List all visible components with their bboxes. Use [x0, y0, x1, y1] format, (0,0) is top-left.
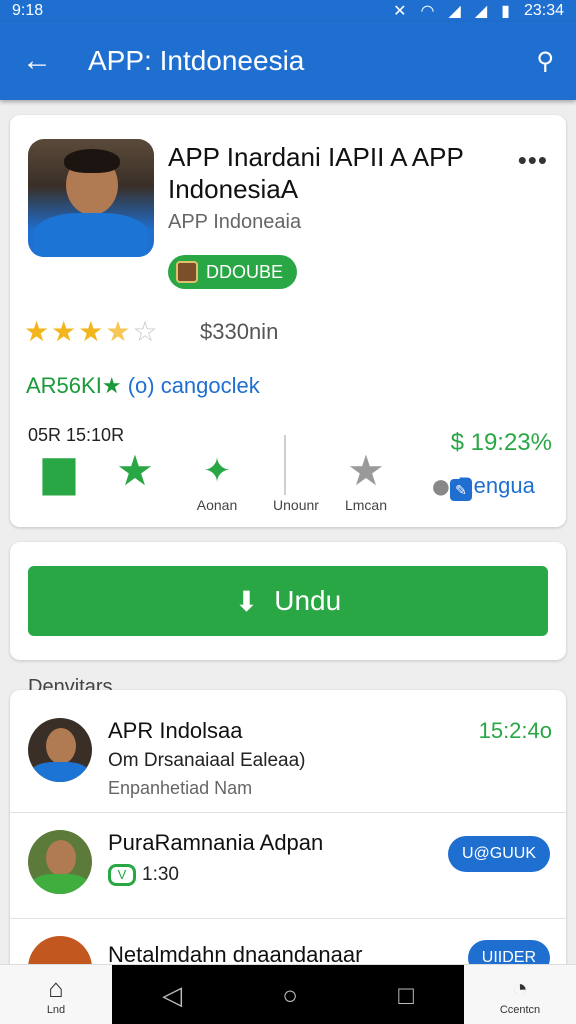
tagline: AR56KI★ (o) cangoclek: [26, 373, 260, 399]
action-unounr-label: Unounr: [273, 497, 319, 513]
price-text: $330nin: [200, 319, 279, 344]
recents-nav-icon[interactable]: □: [398, 980, 414, 1011]
item-value: 15:2:4o: [478, 718, 552, 743]
developer-name[interactable]: APP Indoneaia: [168, 211, 301, 234]
review-icon: ● ✎: [430, 465, 472, 507]
home-nav-icon[interactable]: ○: [282, 980, 298, 1011]
app-icon-image: [28, 139, 154, 257]
nav-home[interactable]: ⌂ Lnd: [0, 965, 112, 1024]
download-icon: ⬇: [234, 585, 259, 617]
share-icon: ✦: [202, 452, 232, 490]
item-time-value: 1:30: [142, 864, 179, 886]
download-label: Undu: [274, 585, 342, 616]
mute-icon: ✕: [393, 3, 407, 20]
size-label: 05R 15:10R: [28, 425, 125, 445]
star-icon: ★: [24, 316, 50, 347]
bottom-nav: ⌂ Lnd ◁ ○ □ ◔ Ccentcn: [0, 964, 576, 1024]
battery-icon: ▮: [501, 3, 510, 20]
action-android[interactable]: ▆: [24, 449, 94, 493]
tagline-suffix[interactable]: (o) cangoclek: [128, 373, 260, 398]
avatar: [28, 718, 92, 782]
signal-icon: ◢: [448, 3, 461, 20]
item-subtitle: Om Drsanaiaal Ealeaa): [108, 750, 306, 771]
item-badge: V: [108, 864, 136, 886]
page-title: APP: Intdoneesia: [88, 45, 305, 76]
divider: [10, 812, 566, 813]
star-icon: ★: [51, 316, 77, 347]
nav-home-label: Lnd: [46, 1004, 66, 1016]
editor-badge: DDOUBE: [168, 255, 298, 289]
system-nav-bar: ◁ ○ □: [112, 965, 464, 1024]
avatar: [28, 830, 92, 894]
action-aonan-label: Aonan: [196, 497, 238, 513]
signal-2-icon: ◢: [474, 3, 488, 20]
more-options-icon[interactable]: •••: [518, 145, 548, 176]
grey-star-icon: ★: [347, 447, 385, 494]
half-star-icon: ★: [105, 316, 131, 347]
status-time: 9:18: [12, 2, 44, 19]
item-time: V 1:30: [108, 864, 179, 886]
wifi-icon: ◠: [420, 3, 435, 20]
divider: [10, 918, 566, 919]
back-nav-icon[interactable]: ◁: [162, 980, 182, 1011]
action-lmcan[interactable]: ★ Lmcan: [328, 447, 404, 514]
badge-label: DDOUBE: [206, 261, 284, 282]
list-item[interactable]: APR Indolsaa Om Drsanaiaal Ealeaa) Enpan…: [10, 714, 566, 810]
item-title: APR Indolsaa: [108, 718, 243, 743]
download-button[interactable]: ⬇ Undu: [28, 566, 548, 636]
app-name: APP Inardani IAPII A APP IndonesiaA: [168, 142, 464, 204]
status-battery-text: 23:34: [523, 2, 564, 19]
related-list: APR Indolsaa Om Drsanaiaal Ealeaa) Enpan…: [10, 690, 566, 1000]
download-card: ⬇ Undu: [10, 542, 566, 660]
action-star[interactable]: ★: [100, 449, 170, 493]
clock-icon: ◔: [512, 973, 528, 1003]
action-lmcan-label: Lmcan: [344, 497, 388, 513]
nav-right-label: Ccentcn: [499, 1004, 541, 1016]
app-info-card: APP Inardani IAPII A APP IndonesiaA APP …: [10, 115, 566, 527]
tagline-prefix: AR56KI: [26, 373, 102, 398]
badge-icon: [176, 261, 198, 283]
rengua-action[interactable]: ● ✎ Rengua: [430, 465, 535, 507]
android-icon: ▆: [42, 447, 76, 494]
back-arrow-icon[interactable]: ←: [22, 44, 52, 78]
list-item[interactable]: PuraRamnania Adpan V 1:30 U@GUUK: [10, 830, 566, 910]
action-aonan[interactable]: ✦ Aonan: [182, 449, 252, 513]
empty-star-icon: ☆: [132, 316, 158, 347]
star-icon: ★: [78, 316, 104, 347]
star-green-icon: ★: [116, 447, 154, 494]
item-action-button[interactable]: U@GUUK: [447, 836, 550, 872]
action-unounr[interactable]: · Unounr: [256, 449, 336, 513]
home-icon: ⌂: [48, 973, 64, 1003]
blank-icon: ·: [256, 449, 336, 493]
pen-icon: ✎: [450, 479, 472, 501]
item-title: PuraRamnania Adpan: [108, 830, 324, 855]
status-icons: ✕ ◠ ◢ ◢ ▮ 23:34: [393, 1, 564, 21]
star-small-icon: ★: [101, 373, 122, 398]
status-bar: 9:18 ✕ ◠ ◢ ◢ ▮ 23:34: [0, 0, 576, 22]
nav-right[interactable]: ◔ Ccentcn: [464, 965, 576, 1024]
person-icon[interactable]: ⚲: [536, 47, 554, 76]
item-meta: Enpanhetiad Nam: [108, 778, 253, 798]
rating-stars: ★ ★ ★ ★ ☆: [24, 315, 158, 348]
app-bar: ← APP: Intdoneesia ⚲: [0, 22, 576, 100]
